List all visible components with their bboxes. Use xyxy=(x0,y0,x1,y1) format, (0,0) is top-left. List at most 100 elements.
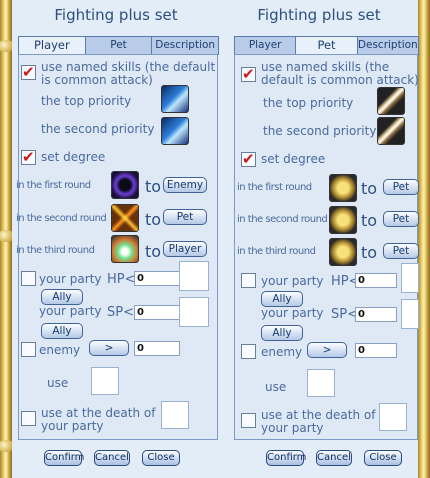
tab-pet[interactable]: Pet xyxy=(295,36,358,56)
round3-target-button[interactable]: Pet xyxy=(383,243,419,259)
pet-emblem-icon[interactable] xyxy=(329,206,357,234)
your-party-label: your party xyxy=(39,272,102,286)
hp-ally-button[interactable]: Ally xyxy=(261,291,303,307)
your-party-label: your party xyxy=(39,304,102,318)
enemy-checkbox[interactable] xyxy=(241,344,256,359)
third-round-label: in the third round xyxy=(16,245,95,256)
player-panel: Fighting plus set Player Pet Description… xyxy=(12,0,220,478)
pet-panel: Fighting plus set Player Pet Description… xyxy=(220,0,419,478)
use-named-skills-label: use named skills (the default is common … xyxy=(261,60,419,87)
crossed-swords-skill-icon[interactable] xyxy=(111,204,139,232)
second-priority-label: the second priority xyxy=(41,122,155,136)
use-skill-slot[interactable] xyxy=(91,367,119,395)
enemy-select-button[interactable]: > xyxy=(89,340,129,356)
set-degree-checkbox[interactable] xyxy=(21,148,36,166)
use-label: use xyxy=(47,376,69,390)
use-label: use xyxy=(265,380,287,394)
pet-emblem-icon[interactable] xyxy=(329,174,357,202)
to-label: to xyxy=(361,211,378,230)
cancel-button[interactable]: Cancel xyxy=(316,450,352,466)
round3-target-button[interactable]: Player xyxy=(163,241,207,257)
your-party-label: your party xyxy=(261,274,324,288)
confirm-button[interactable]: Confirm xyxy=(266,450,306,466)
set-degree-label: set degree xyxy=(261,152,326,166)
hp-skill-slot[interactable] xyxy=(179,261,209,291)
second-priority-label: the second priority xyxy=(263,124,377,138)
use-skill-slot[interactable] xyxy=(307,369,335,397)
left-frame-bar xyxy=(0,0,15,478)
your-party-label: your party xyxy=(261,306,324,320)
set-degree-label: set degree xyxy=(41,150,106,164)
death-skill-slot[interactable] xyxy=(379,403,407,431)
use-at-death-label: use at the death of your party xyxy=(261,408,376,435)
to-label: to xyxy=(361,179,378,198)
to-label: to xyxy=(145,177,162,196)
use-named-skills-checkbox[interactable] xyxy=(21,63,36,81)
round1-target-button[interactable]: Pet xyxy=(383,179,419,195)
use-at-death-checkbox[interactable] xyxy=(21,411,36,426)
cancel-button[interactable]: Cancel xyxy=(94,450,130,466)
hp-skill-slot[interactable] xyxy=(401,263,419,293)
second-round-label: in the second round xyxy=(237,214,328,225)
sp-threshold-input[interactable]: 0 xyxy=(134,305,180,320)
close-button[interactable]: Close xyxy=(142,450,180,466)
window-title: Fighting plus set xyxy=(257,6,381,24)
settings-box: use named skills (the default is common … xyxy=(234,54,419,440)
confirm-button[interactable]: Confirm xyxy=(44,450,84,466)
tab-bar: Player Pet Description xyxy=(18,36,220,56)
hp-threshold-input[interactable]: 0 xyxy=(134,271,180,286)
enemy-threshold-input[interactable]: 0 xyxy=(355,343,397,358)
void-circle-skill-icon[interactable] xyxy=(111,171,139,199)
sp-skill-slot[interactable] xyxy=(401,299,419,329)
tab-player[interactable]: Player xyxy=(18,36,86,56)
hp-label: HP< xyxy=(107,272,136,287)
your-party-hp-checkbox[interactable] xyxy=(21,271,36,286)
sword-skill-icon[interactable] xyxy=(377,117,405,145)
close-button[interactable]: Close xyxy=(364,450,402,466)
first-round-label: in the first round xyxy=(16,180,91,191)
tab-pet[interactable]: Pet xyxy=(84,36,153,55)
heal-skill-icon[interactable] xyxy=(111,235,139,263)
use-at-death-label: use at the death of your party xyxy=(41,406,156,433)
enemy-label: enemy xyxy=(39,343,81,357)
hp-threshold-input[interactable]: 0 xyxy=(355,273,397,288)
to-label: to xyxy=(145,210,162,229)
top-priority-label: the top priority xyxy=(263,96,354,110)
sp-ally-button[interactable]: Ally xyxy=(41,323,83,339)
sword-skill-icon[interactable] xyxy=(377,87,405,115)
use-named-skills-checkbox[interactable] xyxy=(241,65,256,83)
round1-target-button[interactable]: Enemy xyxy=(163,177,207,193)
sky-wing-skill-icon[interactable] xyxy=(161,85,189,113)
sky-wing-skill-icon[interactable] xyxy=(161,117,189,145)
tab-bar: Player Pet Description xyxy=(234,36,419,56)
to-label: to xyxy=(145,242,162,261)
right-frame-bar xyxy=(418,0,430,478)
set-degree-checkbox[interactable] xyxy=(241,150,256,168)
sp-skill-slot[interactable] xyxy=(179,297,209,327)
tab-player[interactable]: Player xyxy=(234,36,297,55)
pet-emblem-icon[interactable] xyxy=(329,238,357,266)
to-label: to xyxy=(361,243,378,262)
hp-ally-button[interactable]: Ally xyxy=(41,289,83,305)
enemy-threshold-input[interactable]: 0 xyxy=(134,341,180,356)
top-priority-label: the top priority xyxy=(41,94,132,108)
round2-target-button[interactable]: Pet xyxy=(383,211,419,227)
use-at-death-checkbox[interactable] xyxy=(241,413,256,428)
sp-ally-button[interactable]: Ally xyxy=(261,325,303,341)
tab-description[interactable]: Description xyxy=(356,36,419,55)
enemy-label: enemy xyxy=(261,345,303,359)
first-round-label: in the first round xyxy=(237,182,312,193)
window-title: Fighting plus set xyxy=(54,6,178,24)
sp-threshold-input[interactable]: 0 xyxy=(355,307,397,322)
your-party-hp-checkbox[interactable] xyxy=(241,273,256,288)
second-round-label: in the second round xyxy=(16,213,107,224)
tab-description[interactable]: Description xyxy=(151,36,220,55)
sp-label: SP< xyxy=(331,307,358,322)
third-round-label: in the third round xyxy=(237,246,316,257)
use-named-skills-label: use named skills (the default is common … xyxy=(41,60,216,87)
enemy-checkbox[interactable] xyxy=(21,342,36,357)
enemy-select-button[interactable]: > xyxy=(307,342,347,358)
settings-box: use named skills (the default is common … xyxy=(16,54,218,440)
death-skill-slot[interactable] xyxy=(161,401,189,429)
round2-target-button[interactable]: Pet xyxy=(163,209,207,225)
